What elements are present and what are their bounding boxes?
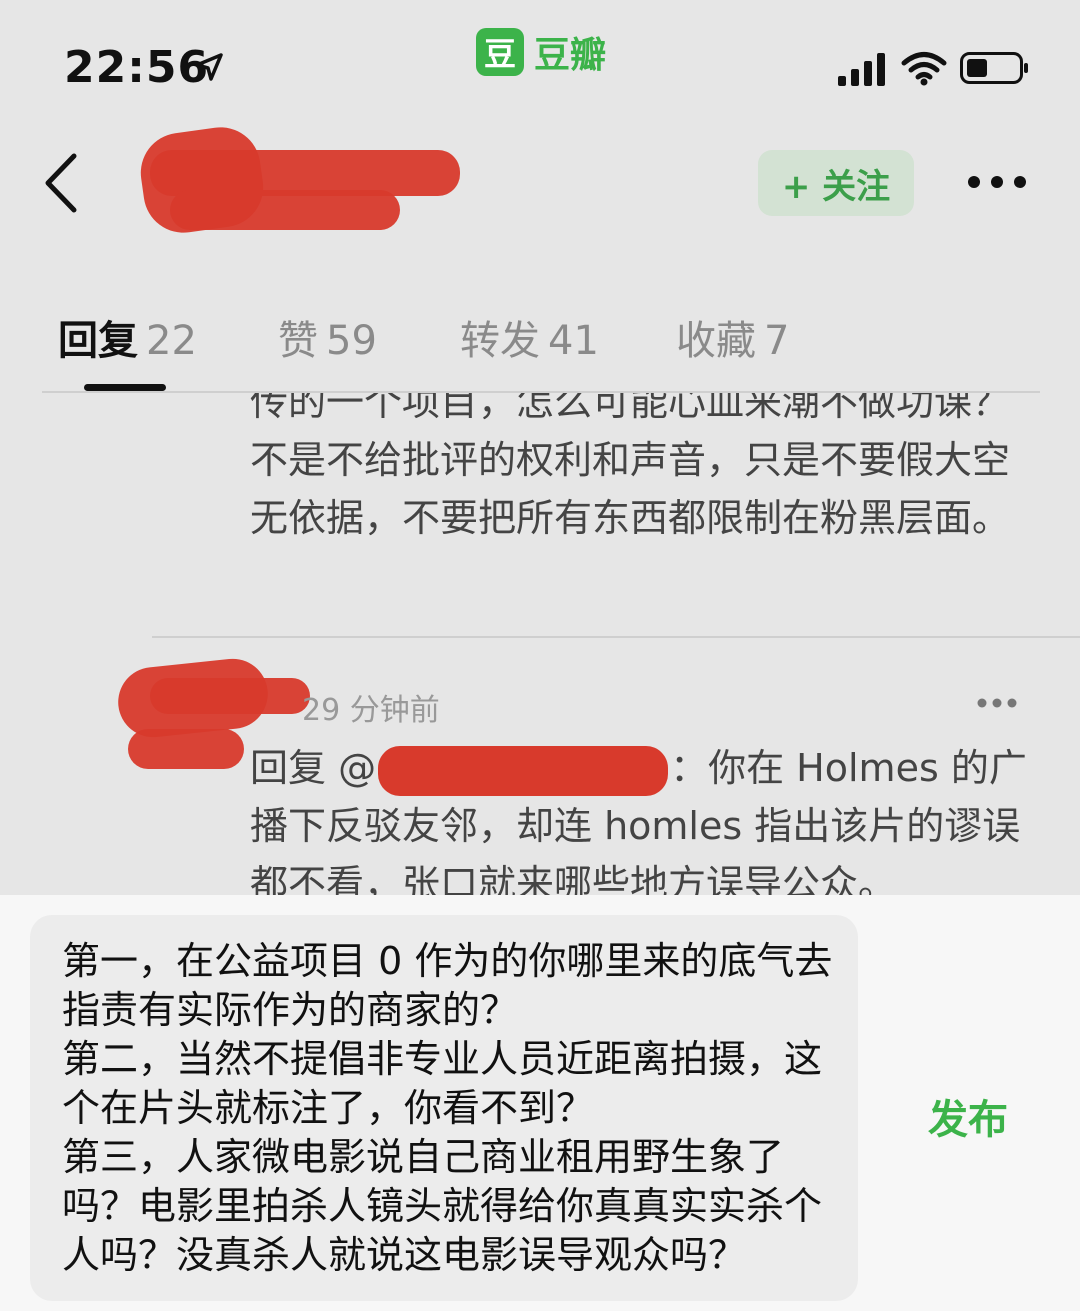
reply-draft-text: 第一，在公益项目 0 作为的你哪里来的底气去指责有实际作为的商家的？ 第二，当然… <box>62 939 833 1277</box>
signal-icon <box>838 53 885 86</box>
publish-button[interactable]: 发布 <box>928 1087 1008 1145</box>
comment-text: 传的一个项目，怎么可能心血来潮不做功课？不是不给批评的权利和声音，只是不要假大空… <box>250 393 1011 540</box>
redacted-reply-target <box>378 745 669 796</box>
app-name: 豆瓣 <box>534 35 607 76</box>
tab-label: 回复 <box>58 318 138 364</box>
tab-count: 22 <box>146 318 197 364</box>
tab-label: 赞 <box>278 318 318 364</box>
comment-more-icon[interactable] <box>975 695 1019 711</box>
battery-icon <box>960 52 1028 84</box>
app-badge: 豆 豆瓣 <box>476 26 606 78</box>
active-tab-indicator <box>84 384 166 391</box>
douban-logo-icon: 豆 <box>476 28 524 76</box>
tab-count: 7 <box>764 318 790 364</box>
reply-prefix: 回复 @ <box>250 746 377 790</box>
location-arrow-icon <box>195 53 223 81</box>
reply-input[interactable]: 第一，在公益项目 0 作为的你哪里来的底气去指责有实际作为的商家的？ 第二，当然… <box>30 915 858 1301</box>
tab-count: 59 <box>326 318 377 364</box>
reply-composer: 第一，在公益项目 0 作为的你哪里来的底气去指责有实际作为的商家的？ 第二，当然… <box>0 895 1080 1311</box>
more-icon[interactable] <box>964 168 1030 196</box>
tab-label: 转发 <box>460 318 540 364</box>
tab-replies[interactable]: 回复 22 <box>58 308 197 366</box>
comment-list[interactable]: 传的一个项目，怎么可能心血来潮不做功课？不是不给批评的权利和声音，只是不要假大空… <box>0 393 1080 895</box>
tab-bar: 回复 22 赞 59 转发 41 收藏 7 <box>0 300 1080 390</box>
wifi-icon <box>901 52 947 86</box>
tab-collections[interactable]: 收藏 7 <box>676 308 789 366</box>
tab-likes[interactable]: 赞 59 <box>278 308 377 366</box>
tab-count: 41 <box>548 318 599 364</box>
status-bar: 22:56 豆 豆瓣 <box>0 0 1080 110</box>
comment-time: 29 分钟前 <box>302 693 440 728</box>
comment-text: 回复 @ ：你在 Holmes 的广播下反驳友邻，却连 homles 指出该片的谬… <box>250 739 1040 895</box>
back-chevron-icon[interactable] <box>40 150 84 216</box>
tab-label: 收藏 <box>676 318 756 364</box>
clock: 22:56 <box>64 42 210 93</box>
divider <box>152 636 1080 638</box>
tab-reposts[interactable]: 转发 41 <box>460 308 599 366</box>
follow-button[interactable]: + 关注 <box>758 150 914 216</box>
